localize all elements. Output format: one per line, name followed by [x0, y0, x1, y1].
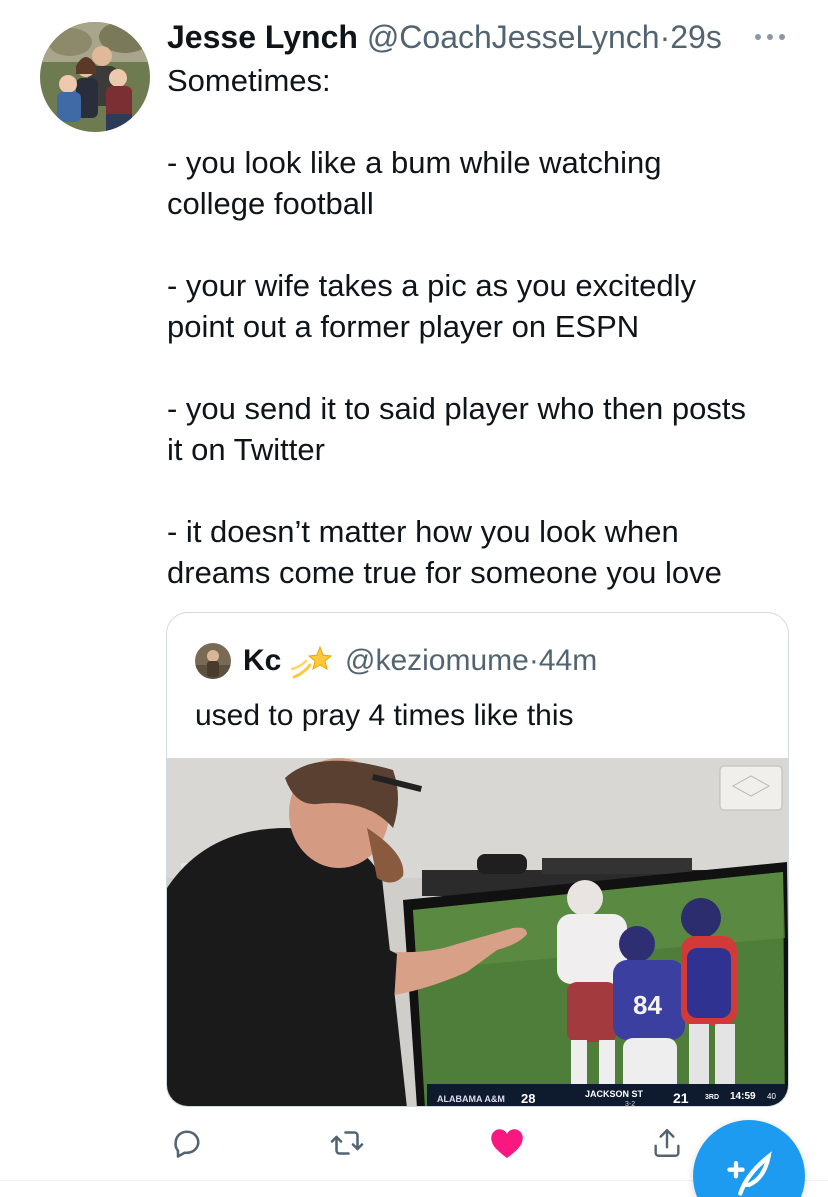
tweet-header: Jesse Lynch @CoachJesseLynch·29s	[167, 18, 722, 56]
quoted-tweet-timestamp[interactable]: 44m	[539, 644, 597, 677]
quoted-tweet[interactable]: Kc @keziomume·44m used to pray 4 times l…	[166, 612, 789, 1107]
compose-tweet-icon	[723, 1148, 775, 1197]
meta-separator: ·	[659, 19, 671, 55]
ellipsis-icon[interactable]	[752, 30, 788, 44]
quoted-tweet-photo[interactable]: 84 ALABAMA A&M 28 JACKSON ST 3-2 21 3RD …	[167, 758, 788, 1107]
tweet-line: point out a former player on ESPN	[167, 309, 640, 344]
author-avatar[interactable]	[40, 22, 150, 132]
scoreboard-record-2: 3-2	[625, 1101, 635, 1107]
reply-icon[interactable]	[162, 1118, 212, 1168]
quoted-author-name[interactable]: Kc	[243, 643, 281, 679]
author-name[interactable]: Jesse Lynch	[167, 19, 358, 55]
scoreboard-team-1: ALABAMA A&M	[437, 1094, 505, 1104]
scoreboard-score-2: 21	[673, 1090, 689, 1106]
tweet-line: it on Twitter	[167, 432, 325, 467]
share-icon[interactable]	[642, 1118, 692, 1168]
tweet-line: - it doesn’t matter how you look when	[167, 514, 679, 549]
quoted-author-handle[interactable]: @keziomume	[345, 644, 529, 677]
scoreboard-score-1: 28	[521, 1091, 535, 1106]
tweet-body: Sometimes: - you look like a bum while w…	[167, 60, 807, 593]
quoted-tweet-text: used to pray 4 times like this	[195, 699, 574, 732]
scoreboard-team-2: JACKSON ST	[585, 1089, 644, 1099]
tweet-timestamp[interactable]: 29s	[670, 19, 722, 55]
tweet-line: college football	[167, 186, 374, 221]
scoreboard-clock: 14:59	[730, 1091, 756, 1102]
tweet-line: dreams come true for someone you love	[167, 555, 722, 590]
tweet-line: Sometimes:	[167, 63, 331, 98]
tweet-line	[167, 101, 807, 142]
tweet-line: - you look like a bum while watching	[167, 145, 662, 180]
tweet[interactable]: Jesse Lynch @CoachJesseLynch·29s Sometim…	[0, 0, 828, 1197]
tweet-line	[167, 224, 807, 265]
retweet-icon[interactable]	[322, 1118, 372, 1168]
quoted-author-avatar[interactable]	[195, 643, 231, 679]
tweet-line	[167, 347, 807, 388]
quoted-meta: @keziomume·44m	[345, 643, 597, 679]
heart-icon[interactable]	[482, 1118, 532, 1168]
scoreboard-quarter: 3RD	[705, 1094, 719, 1101]
dizzy-star-emoji	[290, 643, 334, 681]
tweet-line: - you send it to said player who then po…	[167, 391, 746, 426]
scoreboard-play-clock: 40	[767, 1092, 776, 1101]
tweet-line	[167, 470, 807, 511]
author-handle[interactable]: @CoachJesseLynch	[367, 19, 660, 55]
jersey-number: 84	[633, 990, 662, 1020]
tweet-line: - your wife takes a pic as you excitedly	[167, 268, 696, 303]
meta-separator: ·	[528, 644, 539, 677]
